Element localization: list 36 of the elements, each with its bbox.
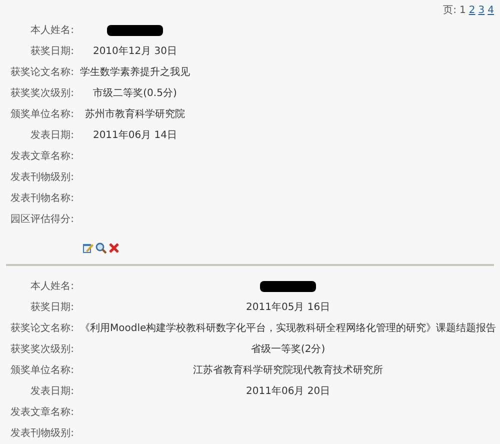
field-value: 2010年12月 30日 xyxy=(92,46,178,57)
field-value: 苏州市教育科学研究院 xyxy=(85,109,185,120)
pager-label: 页: xyxy=(443,4,456,18)
field-label: 发表刊物级别: xyxy=(10,428,74,439)
field-label: 获奖论文名称: xyxy=(10,323,74,334)
field-label: 发表日期: xyxy=(30,386,74,397)
page-link[interactable]: 2 xyxy=(468,2,476,18)
field-label: 本人姓名: xyxy=(30,25,74,36)
field-label: 发表日期: xyxy=(30,130,74,141)
field-value: 江苏省教育科学研究院现代教育技术研究所 xyxy=(193,365,384,376)
field-label: 发表文章名称: xyxy=(10,407,74,418)
field-value: 2011年06月 14日 xyxy=(92,130,178,141)
field-label: 获奖奖次级别: xyxy=(10,344,74,355)
field-label: 获奖奖次级别: xyxy=(10,88,74,99)
field-label: 获奖论文名称: xyxy=(10,67,74,78)
field-value: 2011年05月 16日 xyxy=(246,302,330,313)
field-label: 发表刊物级别: xyxy=(10,172,74,183)
page-link[interactable]: 3 xyxy=(478,2,485,18)
field-label: 获奖日期: xyxy=(30,46,74,57)
field-label: 园区评估得分: xyxy=(10,214,74,225)
page-link[interactable]: 1 xyxy=(460,2,466,18)
notepad-pencil-icon[interactable] xyxy=(82,242,94,254)
page-link[interactable]: 4 xyxy=(488,2,494,18)
field-label: 发表文章名称: xyxy=(10,151,74,162)
field-value: 学生数学素养提升之我见 xyxy=(80,67,190,78)
field-label: 发表刊物名称: xyxy=(10,193,74,204)
field-value: 《利用Moodle构建学校教科研数字化平台，实现教科研全程网络化管理的研究》课题结题报告 xyxy=(80,323,496,334)
field-value: 2011年06月 20日 xyxy=(246,386,330,397)
field-label: 本人姓名: xyxy=(30,281,74,292)
field-label: 颁奖单位名称: xyxy=(10,365,74,376)
search-icon[interactable] xyxy=(95,242,107,254)
field-label: 获奖日期: xyxy=(30,302,74,313)
field-value: 市级二等奖(0.5分) xyxy=(93,88,177,99)
field-value: 省级一等奖(2分) xyxy=(250,344,326,355)
delete-icon[interactable] xyxy=(108,242,120,254)
field-label: 颁奖单位名称: xyxy=(10,109,74,120)
